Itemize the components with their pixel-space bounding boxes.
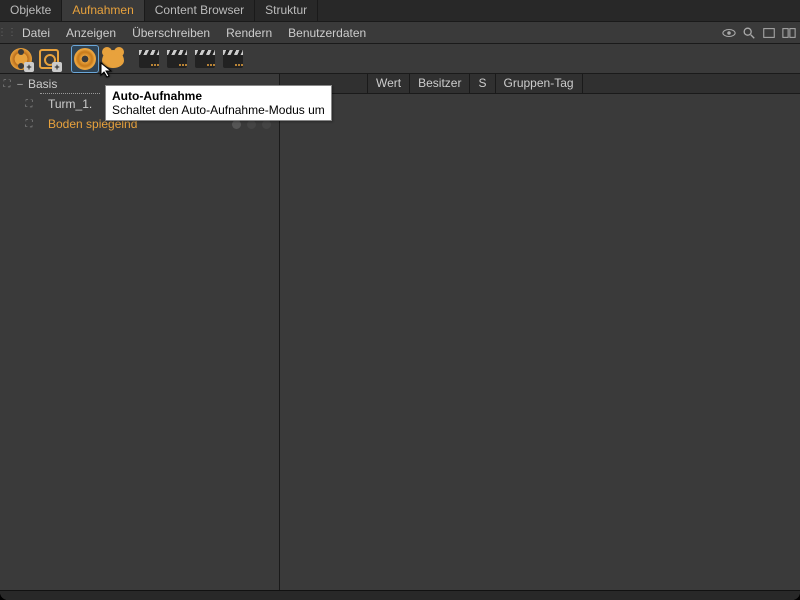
motion-clip-button-1[interactable]: [136, 46, 162, 72]
attribute-pane: Wert Besitzer S Gruppen-Tag: [280, 74, 800, 590]
clapper-icon: [195, 50, 215, 68]
tooltip-title: Auto-Aufnahme: [112, 89, 325, 103]
tab-objekte[interactable]: Objekte: [0, 0, 62, 21]
menu-benutzerdaten[interactable]: Benutzerdaten: [280, 23, 374, 43]
auto-record-button[interactable]: [72, 46, 98, 72]
fullscreen-icon: ⛶: [22, 119, 36, 130]
fullscreen-icon: ⛶: [22, 99, 36, 110]
tab-content-browser[interactable]: Content Browser: [145, 0, 255, 21]
panel-tabs: Objekte Aufnahmen Content Browser Strukt…: [0, 0, 800, 22]
column-wert[interactable]: Wert: [368, 74, 410, 93]
auto-record-icon: [74, 48, 96, 70]
clapper-icon: [223, 50, 243, 68]
menu-rendern[interactable]: Rendern: [218, 23, 280, 43]
clapper-icon: [167, 50, 187, 68]
menu-datei[interactable]: Datei: [14, 23, 58, 43]
grip-icon[interactable]: ⋮⋮: [0, 22, 14, 44]
column-gruppen-tag[interactable]: Gruppen-Tag: [496, 74, 583, 93]
main-area: ⛶ – Basis ⛶ Turm_1. ⛶ Boden spiegelnd: [0, 74, 800, 590]
motion-clip-button-4[interactable]: [220, 46, 246, 72]
tree-label: Turm_1.: [36, 97, 92, 111]
menu-ueberschreiben[interactable]: Überschreiben: [124, 23, 218, 43]
record-target-button[interactable]: +: [36, 46, 62, 72]
motion-clip-button-3[interactable]: [192, 46, 218, 72]
tooltip: Auto-Aufnahme Schaltet den Auto-Aufnahme…: [105, 85, 332, 121]
column-s[interactable]: S: [470, 74, 495, 93]
collapse-icon[interactable]: –: [14, 79, 26, 90]
clapper-icon: [139, 50, 159, 68]
object-tree-pane: ⛶ – Basis ⛶ Turm_1. ⛶ Boden spiegelnd: [0, 74, 280, 590]
search-icon[interactable]: [742, 26, 756, 40]
statusbar: [0, 590, 800, 600]
motion-clip-button-2[interactable]: [164, 46, 190, 72]
fullscreen-icon: ⛶: [0, 79, 14, 90]
keyframe-selection-button[interactable]: [100, 46, 126, 72]
tab-struktur[interactable]: Struktur: [255, 0, 318, 21]
tooltip-body: Schaltet den Auto-Aufnahme-Modus um: [112, 103, 325, 117]
panels-icon[interactable]: [782, 26, 796, 40]
tab-aufnahmen[interactable]: Aufnahmen: [62, 0, 144, 21]
record-keyframe-button[interactable]: +: [8, 46, 34, 72]
menubar: ⋮⋮ Datei Anzeigen Überschreiben Rendern …: [0, 22, 800, 44]
menubar-right-icons: [722, 26, 796, 40]
column-besitzer[interactable]: Besitzer: [410, 74, 470, 93]
plus-badge-icon: +: [24, 62, 34, 72]
menu-anzeigen[interactable]: Anzeigen: [58, 23, 124, 43]
toolbar: + +: [0, 44, 800, 74]
plus-badge-icon: +: [52, 62, 62, 72]
column-headers: Wert Besitzer S Gruppen-Tag: [280, 74, 800, 94]
blob-icon: [102, 50, 124, 68]
tree-label: Basis: [26, 77, 57, 91]
eye-icon[interactable]: [722, 26, 736, 40]
window-icon[interactable]: [762, 26, 776, 40]
